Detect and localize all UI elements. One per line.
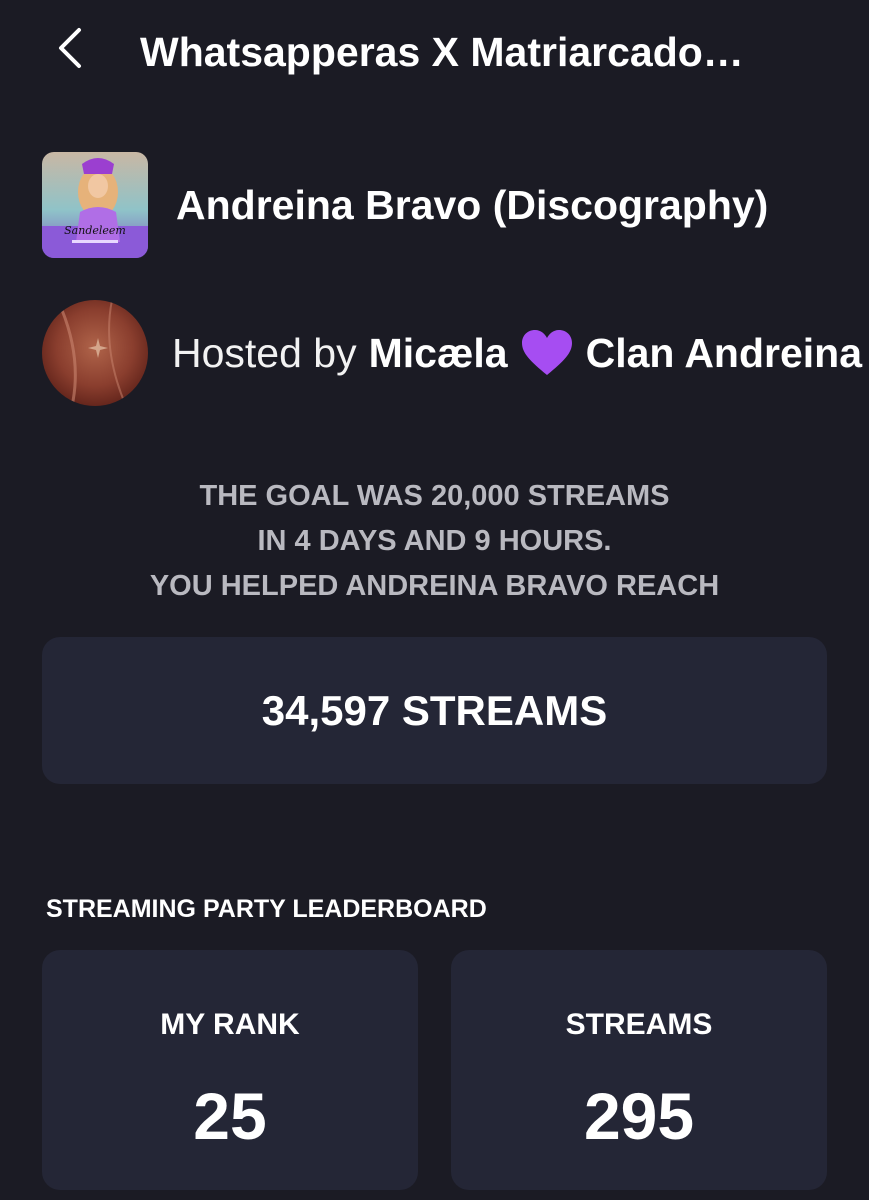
streaming-party-summary-screen: Whatsapperas X Matriarcado… Sandeleem An…: [0, 0, 869, 1200]
host-avatar: [42, 300, 148, 406]
host-row[interactable]: Hosted by Micæla Clan Andreina: [42, 300, 869, 406]
my-streams-label: STREAMS: [565, 1008, 713, 1041]
goal-line-2: IN 4 DAYS AND 9 HOURS.: [257, 525, 612, 557]
host-prefix: Hosted by: [172, 329, 357, 376]
chevron-left-icon: [59, 28, 81, 68]
playlist-title: Andreina Bravo (Discography): [176, 181, 769, 228]
playlist-row[interactable]: Sandeleem Andreina Bravo (Discography): [42, 152, 869, 258]
purple-heart-icon: [520, 329, 574, 377]
my-rank-label: MY RANK: [160, 1008, 300, 1041]
leaderboard-heading: STREAMING PARTY LEADERBOARD: [46, 895, 487, 923]
goal-line-1: THE GOAL WAS 20,000 STREAMS: [199, 480, 670, 512]
host-clan[interactable]: Clan Andreina: [586, 330, 862, 377]
host-name[interactable]: Micæla: [369, 330, 508, 377]
total-streams-card: 34,597 STREAMS: [42, 637, 827, 784]
my-rank-card[interactable]: MY RANK 25: [42, 950, 418, 1190]
goal-line-3: YOU HELPED ANDREINA BRAVO REACH: [149, 570, 720, 602]
my-streams-card[interactable]: STREAMS 295: [451, 950, 827, 1190]
cover-logo-text: Sandeleem: [64, 224, 126, 237]
page-title: Whatsapperas X Matriarcado…: [140, 29, 744, 75]
my-rank-value: 25: [193, 1079, 267, 1153]
back-button[interactable]: [40, 18, 100, 78]
host-text: Hosted by Micæla Clan Andreina: [172, 329, 862, 377]
my-streams-value: 295: [583, 1079, 695, 1153]
goal-summary: THE GOAL WAS 20,000 STREAMS IN 4 DAYS AN…: [0, 474, 869, 609]
total-streams-value: 34,597 STREAMS: [261, 686, 608, 734]
playlist-cover-image: Sandeleem: [42, 152, 148, 258]
